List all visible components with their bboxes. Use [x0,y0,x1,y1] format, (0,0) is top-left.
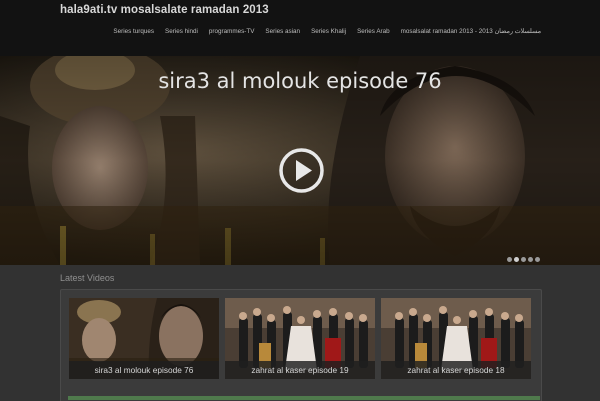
nav-item-programmes-tv[interactable]: programmes-TV [209,28,255,35]
site-header: hala9ati.tv mosalsalate ramadan 2013 Ser… [0,0,600,56]
next-row-preview [68,396,540,400]
latest-videos-heading: Latest Videos [60,273,115,283]
slider-dot[interactable] [507,257,512,262]
slider-dot[interactable] [528,257,533,262]
video-caption[interactable]: sira3 al molouk episode 76 [69,361,219,379]
slider-pagination [507,257,540,262]
nav-item-series-turques[interactable]: Series turques [113,28,154,35]
play-circle-icon[interactable] [278,147,325,194]
video-card[interactable]: zahrat al kaser episode 19 [225,298,375,379]
slider-dot-active[interactable] [514,257,519,262]
video-card[interactable]: zahrat al kaser episode 18 [381,298,531,379]
site-title[interactable]: hala9ati.tv mosalsalate ramadan 2013 [60,4,269,16]
video-caption[interactable]: zahrat al kaser episode 18 [381,361,531,379]
video-caption[interactable]: zahrat al kaser episode 19 [225,361,375,379]
nav-item-series-asian[interactable]: Series asian [265,28,300,35]
hero-title[interactable]: sira3 al molouk episode 76 [0,69,600,93]
nav-item-series-hindi[interactable]: Series hindi [165,28,198,35]
nav-item-ramadan-2013[interactable]: mosalsalat ramadan 2013 - مسلسلات رمضان … [401,28,541,35]
slider-dot[interactable] [535,257,540,262]
slider-dot[interactable] [521,257,526,262]
video-card[interactable]: sira3 al molouk episode 76 [69,298,219,379]
main-nav: Series turques Series hindi programmes-T… [113,28,541,35]
nav-item-series-khalij[interactable]: Series Khalij [311,28,346,35]
nav-item-series-arab[interactable]: Series Arab [357,28,390,35]
hero-slider[interactable]: sira3 al molouk episode 76 [0,56,600,265]
